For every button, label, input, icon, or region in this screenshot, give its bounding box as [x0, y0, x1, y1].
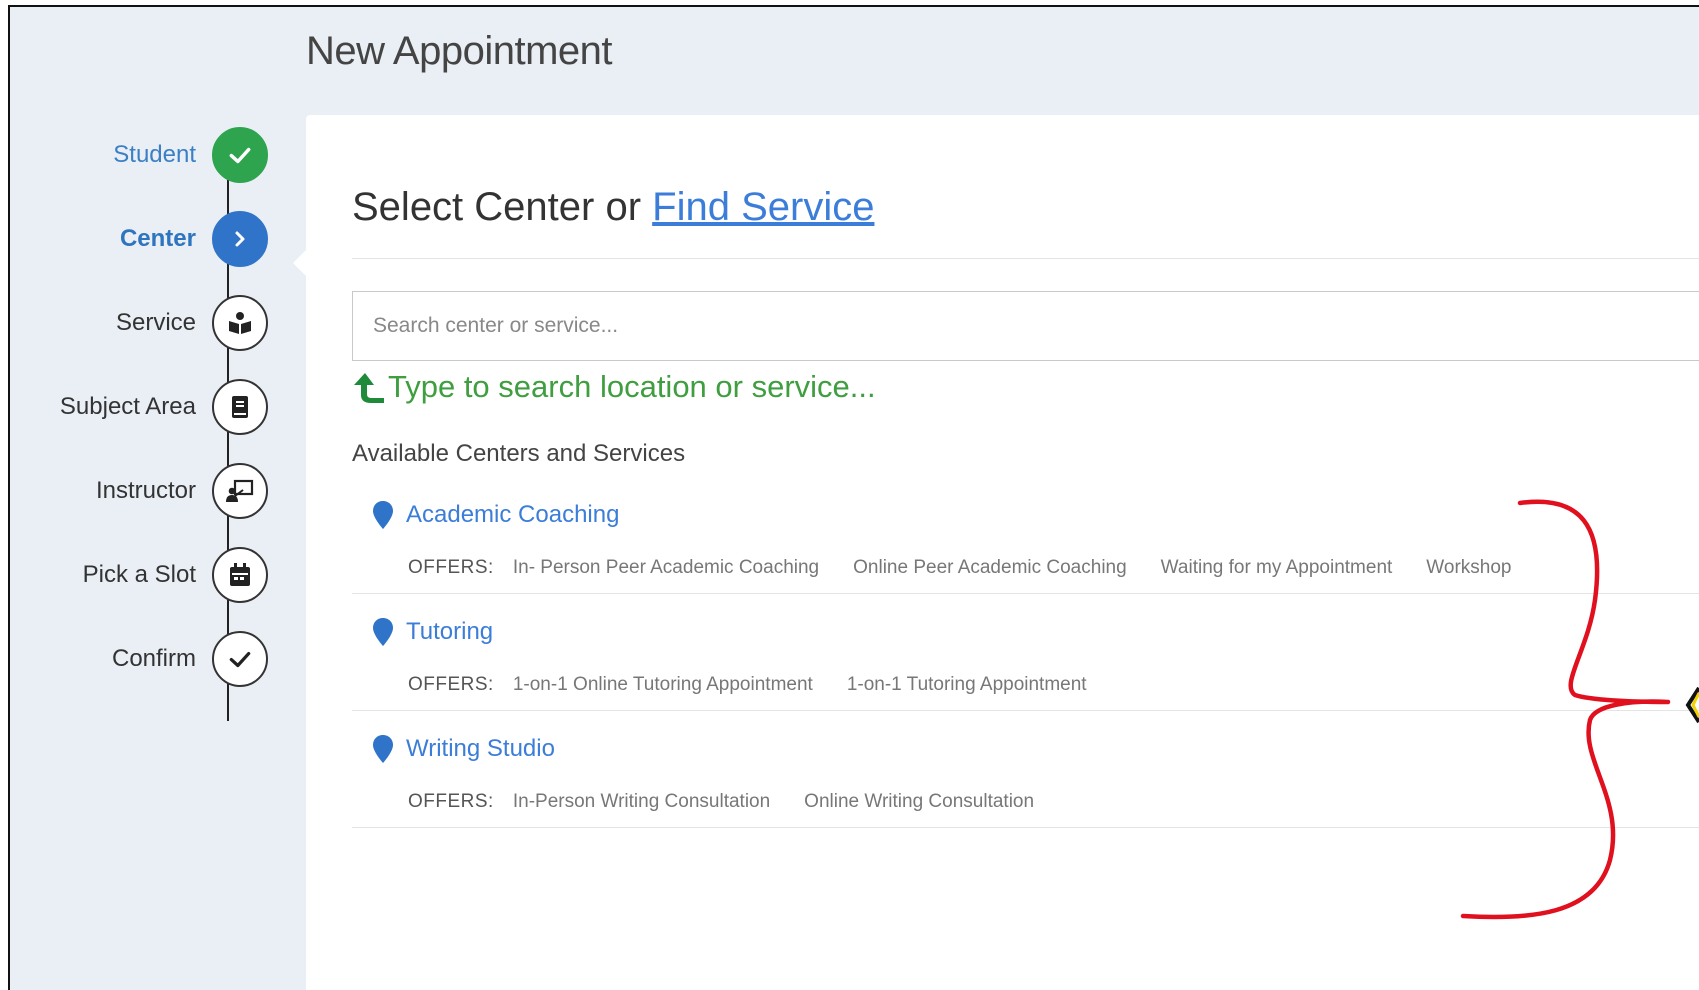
calendar-icon	[212, 547, 268, 603]
offer-item: Waiting for my Appointment	[1160, 557, 1393, 578]
available-centers-label: Available Centers and Services	[352, 440, 686, 467]
step-subject-area[interactable]: Subject Area	[10, 377, 268, 437]
curved-up-arrow-icon	[354, 373, 384, 403]
offer-item: Workshop	[1426, 557, 1512, 578]
check-icon	[212, 631, 268, 687]
map-marker-icon	[373, 618, 393, 646]
reading-person-icon	[212, 295, 268, 351]
step-label-service: Service	[115, 309, 196, 336]
step-label-confirm: Confirm	[111, 645, 196, 672]
list-item-writing-studio[interactable]: Writing Studio OFFERS: In-Person Writing…	[352, 711, 1699, 828]
find-service-link[interactable]: Find Service	[652, 185, 874, 229]
step-label-instructor: Instructor	[95, 477, 196, 504]
offer-item: In-Person Writing Consultation	[512, 791, 771, 812]
step-service[interactable]: Service	[10, 293, 268, 353]
search-hint-text: Type to search location or service...	[388, 369, 876, 404]
step-label-student: Student	[113, 141, 196, 168]
step-progress: Student Center Service Subject Area Inst	[10, 7, 310, 990]
offer-item: Online Writing Consultation	[804, 791, 1035, 812]
divider	[352, 258, 1699, 259]
book-icon	[212, 379, 268, 435]
step-confirm[interactable]: Confirm	[10, 629, 268, 689]
offers-list: OFFERS: In- Person Peer Academic Coachin…	[408, 557, 1545, 579]
section-heading-text: Select Center or	[352, 185, 642, 229]
card-pointer	[293, 250, 306, 276]
offers-list: OFFERS: In-Person Writing Consultation O…	[408, 791, 1068, 813]
search-hint: Type to search location or service...	[352, 369, 876, 409]
step-instructor[interactable]: Instructor	[10, 461, 268, 521]
step-label-center: Center	[119, 225, 196, 252]
presenter-icon	[212, 463, 268, 519]
offers-list: OFFERS: 1-on-1 Online Tutoring Appointme…	[408, 674, 1121, 696]
center-selection-card: Select Center or Find Service Type to se…	[293, 115, 1699, 990]
chevron-right-icon	[212, 211, 268, 267]
app-frame: New Appointment Student Center Service S…	[8, 5, 1699, 990]
step-center[interactable]: Center	[10, 209, 268, 269]
search-input[interactable]	[352, 291, 1699, 361]
center-name[interactable]: Writing Studio	[406, 735, 555, 763]
step-label-pick-a-slot: Pick a Slot	[82, 561, 196, 588]
step-label-subject-area: Subject Area	[59, 393, 196, 420]
check-icon	[212, 127, 268, 183]
map-marker-icon	[373, 735, 393, 763]
offers-label: OFFERS:	[408, 674, 494, 695]
map-marker-icon	[373, 501, 393, 529]
step-pick-a-slot[interactable]: Pick a Slot	[10, 545, 268, 605]
center-name[interactable]: Academic Coaching	[406, 501, 619, 529]
offer-item: Online Peer Academic Coaching	[853, 557, 1127, 578]
center-name[interactable]: Tutoring	[406, 618, 493, 646]
offer-item: 1-on-1 Tutoring Appointment	[846, 674, 1087, 695]
offer-item: 1-on-1 Online Tutoring Appointment	[512, 674, 813, 695]
section-heading: Select Center or Find Service	[352, 185, 874, 230]
offers-label: OFFERS:	[408, 791, 494, 812]
offers-label: OFFERS:	[408, 557, 494, 578]
list-item-academic-coaching[interactable]: Academic Coaching OFFERS: In- Person Pee…	[352, 477, 1699, 594]
page-title: New Appointment	[306, 29, 613, 73]
list-item-tutoring[interactable]: Tutoring OFFERS: 1-on-1 Online Tutoring …	[352, 594, 1699, 711]
offer-item: In- Person Peer Academic Coaching	[512, 557, 820, 578]
step-student[interactable]: Student	[10, 125, 268, 185]
